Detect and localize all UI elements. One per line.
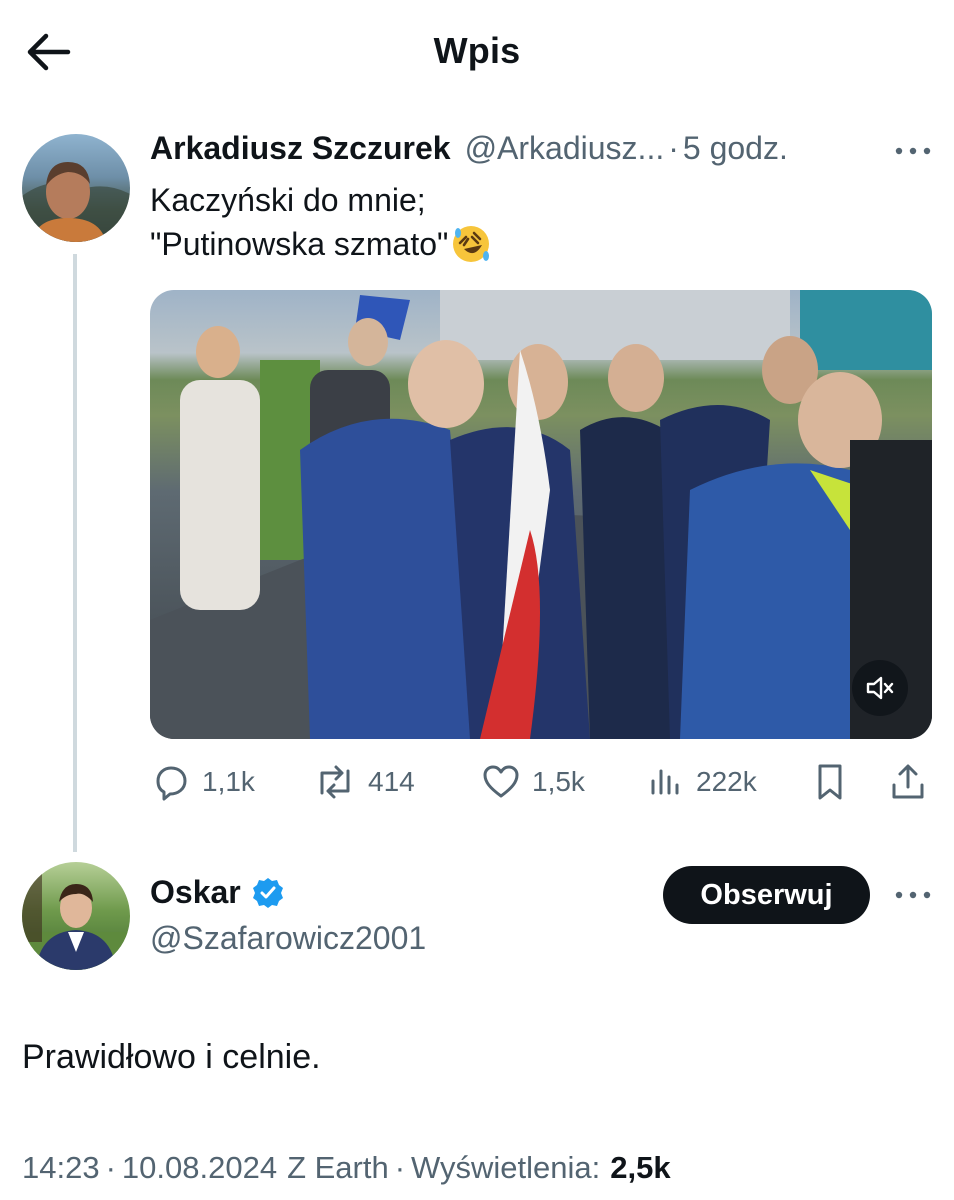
like-count: 1,5k bbox=[532, 766, 585, 797]
post-text-line-1: Kaczyński do mnie; bbox=[150, 182, 426, 218]
heart-icon bbox=[483, 765, 519, 798]
reply-more-options-button[interactable] bbox=[888, 880, 938, 910]
views-button[interactable]: 222k bbox=[646, 756, 757, 808]
bookmark-button[interactable] bbox=[812, 756, 848, 808]
reply-author-name[interactable]: Oskar bbox=[150, 874, 241, 911]
like-button[interactable]: 1,5k bbox=[480, 756, 585, 808]
quoted-post-text: Kaczyński do mnie; "Putinowska szmato" bbox=[150, 178, 492, 266]
page-title: Wpis bbox=[433, 30, 521, 71]
post-time[interactable]: 5 godz. bbox=[683, 130, 788, 167]
repost-button[interactable]: 414 bbox=[312, 756, 415, 808]
share-button[interactable] bbox=[888, 756, 928, 808]
separator: · bbox=[394, 1150, 406, 1185]
post-metadata: 14:23 · 10.08.2024 Z Earth · Wyświetleni… bbox=[22, 1150, 671, 1186]
avatar-photo bbox=[22, 162, 130, 242]
reply-post-text: Prawidłowo i celnie. bbox=[22, 1038, 321, 1076]
repost-count: 414 bbox=[368, 766, 415, 797]
bookmark-icon bbox=[818, 764, 842, 800]
separator: · bbox=[668, 130, 679, 166]
avatar-photo bbox=[22, 862, 130, 970]
top-bar: Wpis bbox=[0, 0, 954, 104]
reply-button[interactable]: 1,1k bbox=[150, 756, 255, 808]
author-handle[interactable]: @Arkadiusz... bbox=[465, 130, 665, 167]
post-date[interactable]: 10.08.2024 bbox=[122, 1150, 277, 1186]
video-frame bbox=[150, 290, 932, 739]
verified-badge-icon bbox=[251, 876, 285, 910]
speaker-muted-icon bbox=[866, 676, 894, 700]
more-dots-icon bbox=[895, 147, 931, 155]
reply-bubble-icon bbox=[156, 766, 187, 801]
post-source: Z Earth bbox=[287, 1150, 389, 1185]
reply-author-row: Oskar bbox=[150, 874, 285, 911]
follow-button[interactable]: Obserwuj bbox=[663, 866, 870, 924]
post-time[interactable]: 14:23 bbox=[22, 1150, 100, 1186]
repost-arrows-icon bbox=[320, 765, 350, 799]
author-name[interactable]: Arkadiusz Szczurek bbox=[150, 130, 451, 167]
thread-connector bbox=[73, 254, 77, 852]
post-text-line-2-content: "Putinowska szmato" bbox=[150, 226, 449, 262]
views-label: Wyświetlenia: bbox=[411, 1150, 601, 1185]
reply-count: 1,1k bbox=[202, 766, 255, 797]
reply-author-handle[interactable]: @Szafarowicz2001 bbox=[150, 920, 426, 957]
rolling-laughing-emoji-icon bbox=[453, 226, 490, 262]
quoted-author-row: Arkadiusz Szczurek @Arkadiusz... · 5 god… bbox=[150, 130, 788, 167]
mute-toggle-button[interactable] bbox=[852, 660, 908, 716]
separator: · bbox=[105, 1150, 116, 1185]
analytics-bars-icon bbox=[651, 769, 679, 795]
more-dots-icon bbox=[895, 891, 931, 899]
post-video[interactable] bbox=[150, 290, 932, 739]
post-actions-bar: 1,1k 414 1,5k 222k bbox=[150, 756, 932, 808]
reply-author-avatar[interactable] bbox=[22, 862, 130, 970]
more-options-button[interactable] bbox=[888, 136, 938, 166]
views-total[interactable]: 2,5k bbox=[610, 1150, 670, 1186]
share-upload-icon bbox=[892, 764, 924, 799]
author-avatar[interactable] bbox=[22, 134, 130, 242]
views-count: 222k bbox=[696, 766, 757, 797]
post-text-line-2: "Putinowska szmato" bbox=[150, 222, 492, 266]
